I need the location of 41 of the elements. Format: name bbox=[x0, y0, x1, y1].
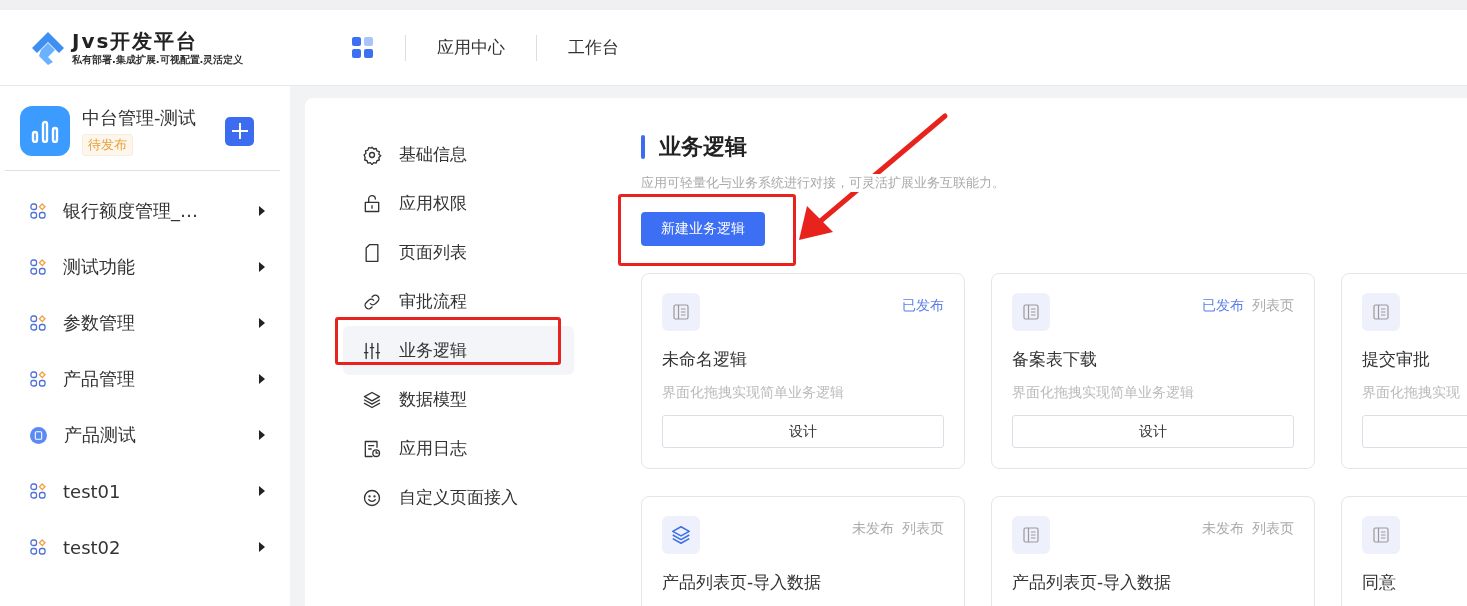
sidebar-item[interactable]: test01 bbox=[63, 480, 258, 502]
app-name: 中台管理-测试 bbox=[82, 106, 197, 130]
logo-title: Jvs开发平台 bbox=[72, 29, 200, 53]
card-title: 提交审批 bbox=[1362, 348, 1430, 371]
status-badge: 待发布 bbox=[82, 134, 133, 156]
card-description: 界面化拖拽实现简单业务逻辑 bbox=[662, 384, 844, 402]
page-type: 列表页 bbox=[902, 520, 944, 538]
sidebar-item[interactable]: test02 bbox=[63, 536, 258, 558]
menu-item[interactable]: 业务逻辑 bbox=[343, 326, 574, 375]
menu-item[interactable]: 审批流程 bbox=[343, 277, 574, 326]
publish-status: 未发布 bbox=[1202, 520, 1244, 538]
menu-item[interactable]: 应用日志 bbox=[343, 424, 574, 473]
sidebar-item[interactable]: 参数管理 bbox=[63, 311, 258, 335]
card-description: 界面化拖拽实现 bbox=[1362, 384, 1460, 402]
section-title: 业务逻辑 bbox=[659, 133, 747, 161]
nav-link[interactable]: 应用中心 bbox=[437, 36, 505, 59]
sidebar-item[interactable]: 银行额度管理_… bbox=[63, 199, 258, 223]
card-title: 同意 bbox=[1362, 571, 1396, 594]
card-title: 未命名逻辑 bbox=[662, 348, 747, 371]
page-type: 列表页 bbox=[1252, 520, 1294, 538]
publish-status: 已发布 bbox=[1202, 297, 1244, 315]
logo-slogan: 私有部署.集成扩展.可视配置.灵活定义 bbox=[72, 53, 244, 66]
new-logic-button[interactable]: 新建业务逻辑 bbox=[641, 212, 765, 246]
design-button[interactable]: 设计 bbox=[662, 415, 944, 448]
card-description: 界面化拖拽实现简单业务逻辑 bbox=[1012, 384, 1194, 402]
sidebar-item[interactable]: 测试功能 bbox=[63, 255, 258, 279]
card-title: 备案表下载 bbox=[1012, 348, 1097, 371]
menu-item[interactable]: 页面列表 bbox=[343, 228, 574, 277]
design-button[interactable]: 设计 bbox=[1012, 415, 1294, 448]
sidebar-item[interactable]: 产品管理 bbox=[63, 367, 258, 391]
page-type: 列表页 bbox=[1252, 297, 1294, 315]
menu-item[interactable]: 数据模型 bbox=[343, 375, 574, 424]
publish-status: 未发布 bbox=[852, 520, 894, 538]
publish-status: 已发布 bbox=[902, 297, 944, 315]
card-title: 产品列表页-导入数据 bbox=[1012, 571, 1172, 594]
menu-item[interactable]: 基础信息 bbox=[343, 130, 574, 179]
menu-item[interactable]: 自定义页面接入 bbox=[343, 473, 574, 522]
sidebar-item[interactable]: 产品测试 bbox=[64, 423, 258, 447]
card-title: 产品列表页-导入数据 bbox=[662, 571, 822, 594]
menu-item[interactable]: 应用权限 bbox=[343, 179, 574, 228]
nav-link[interactable]: 工作台 bbox=[568, 36, 619, 59]
